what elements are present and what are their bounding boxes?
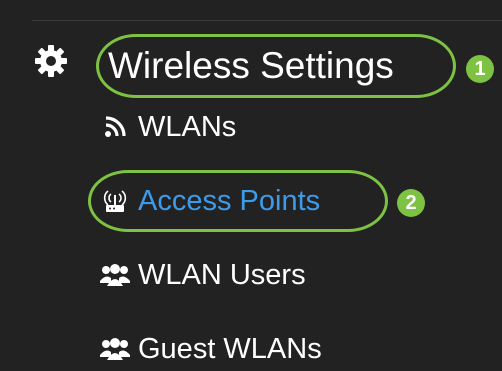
step-badge-1: 1 [466, 55, 494, 83]
sidebar-panel: Wireless Settings 1 WLANs Access Points … [0, 0, 502, 371]
nav-label-wlans: WLANs [138, 110, 237, 143]
nav-label-guest-wlans: Guest WLANs [138, 332, 322, 365]
nav-label-wlan-users: WLAN Users [138, 258, 306, 291]
access-point-icon [100, 188, 130, 214]
nav-item-access-points[interactable]: Access Points [100, 181, 320, 221]
step-badge-2: 2 [397, 189, 425, 217]
nav-label-access-points: Access Points [138, 184, 321, 217]
section-title[interactable]: Wireless Settings [108, 44, 394, 88]
gear-icon [35, 45, 67, 77]
divider [32, 20, 502, 21]
nav-item-guest-wlans[interactable]: Guest WLANs [100, 329, 322, 369]
users-icon [100, 262, 130, 288]
users-icon [100, 336, 130, 362]
nav-item-wlans[interactable]: WLANs [100, 107, 236, 147]
wifi-icon [100, 114, 130, 140]
nav-item-wlan-users[interactable]: WLAN Users [100, 255, 306, 295]
